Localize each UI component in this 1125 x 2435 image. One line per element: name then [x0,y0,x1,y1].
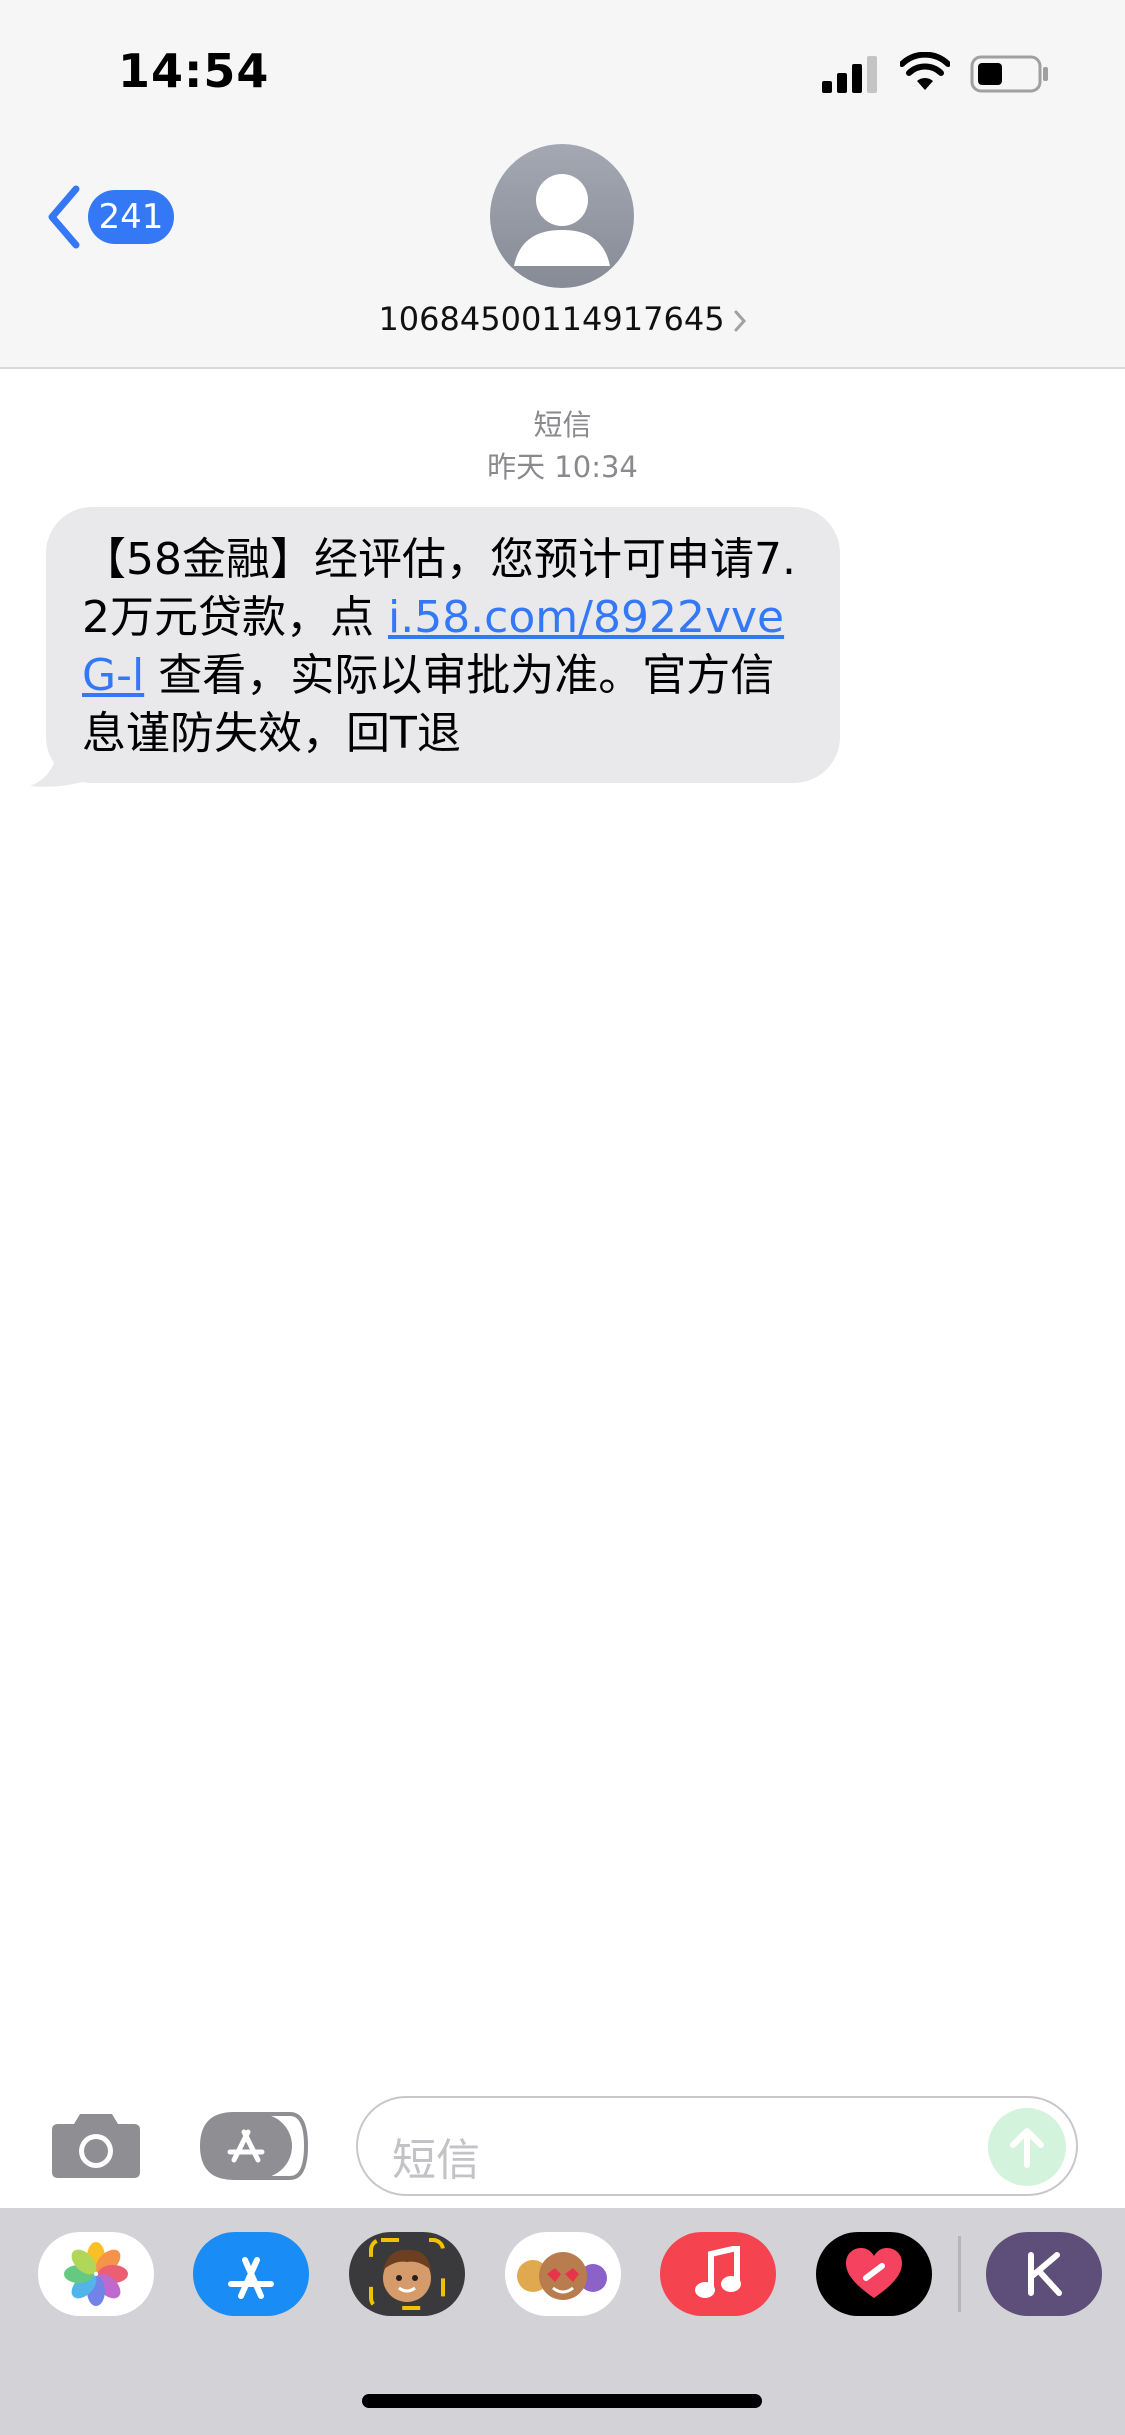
k-app-icon[interactable] [986,2232,1102,2316]
k-glyph [1028,2252,1062,2296]
chevron-left-icon [48,185,80,249]
camera-icon[interactable] [50,2110,142,2180]
unread-count-badge: 241 [88,190,174,244]
heart-glyph [846,2248,902,2298]
photos-flower [64,2242,128,2306]
music-icon[interactable] [660,2232,776,2316]
send-button[interactable] [988,2108,1066,2186]
message-text-after: 查看，实际以审批为准。官方信息谨防失效，回T退 [82,650,775,759]
contact-avatar[interactable] [490,144,634,288]
message-timestamp: 昨天 10:34 [487,450,638,484]
contact-name-button[interactable]: 10684500114917645 [0,300,1125,338]
animoji-faces [517,2252,607,2300]
app-store-drawer-icon[interactable] [200,2112,310,2180]
back-button[interactable]: 241 [46,182,186,252]
status-time: 14:54 [118,44,270,98]
person-icon [514,174,610,266]
drawer-divider [958,2236,961,2312]
cellular-signal-icon [822,56,877,93]
photos-icon[interactable] [38,2232,154,2316]
battery-icon [970,55,1048,93]
message-text: 【58金融】经评估，您预计可申请7.2万元贷款，点 i.58.com/8922v… [82,531,804,763]
animoji-icon[interactable] [505,2232,621,2316]
contact-number: 10684500114917645 [378,300,725,338]
home-indicator[interactable] [362,2394,762,2408]
message-input[interactable]: 短信 [356,2096,1078,2196]
music-note [695,2246,741,2298]
memoji-face [369,2238,445,2310]
chevron-right-icon [734,310,746,332]
service-label: 短信 [533,408,592,442]
message-input-placeholder: 短信 [392,2135,480,2186]
conversation-header: 14:54 241 10684500114917645 [0,0,1125,369]
message-bubble[interactable]: 【58金融】经评估，您预计可申请7.2万元贷款，点 i.58.com/8922v… [46,507,840,783]
app-store-glyph [228,2257,274,2299]
memoji-stickers-icon[interactable] [349,2232,465,2316]
wifi-icon [900,52,950,90]
digital-touch-icon[interactable] [816,2232,932,2316]
app-store-icon[interactable] [193,2232,309,2316]
arrow-up-icon [1010,2128,1044,2168]
